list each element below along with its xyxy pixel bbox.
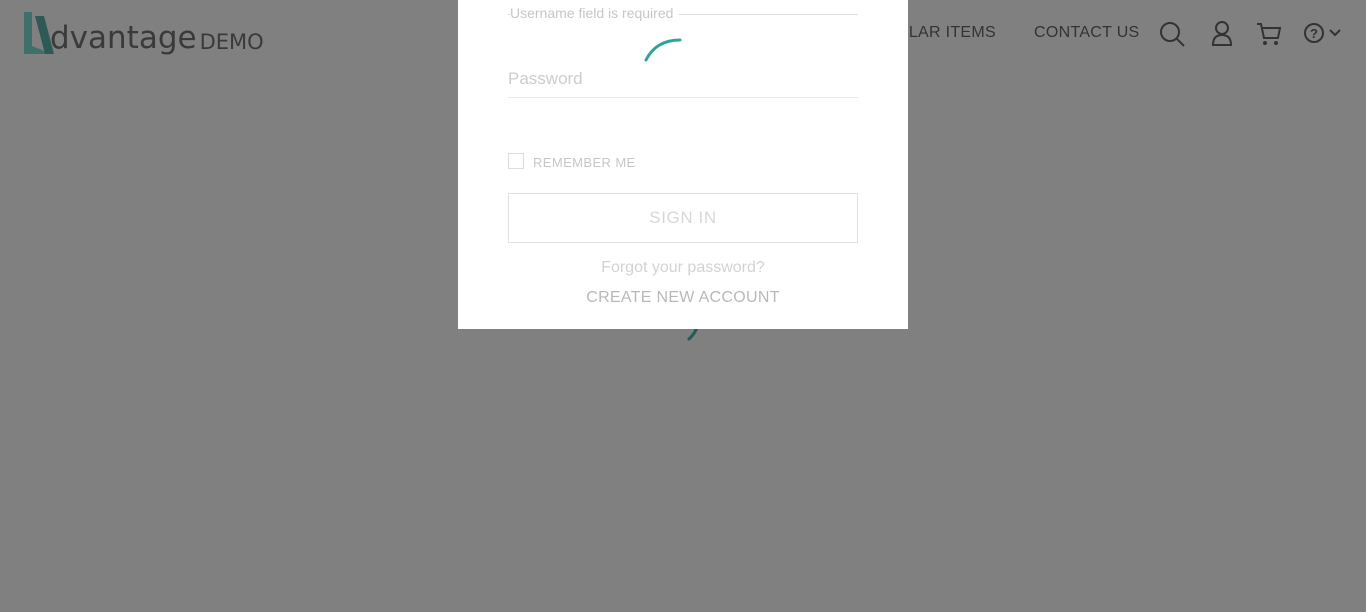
remember-me-label: REMEMBER ME [533,155,636,170]
user-icon[interactable] [1209,20,1237,48]
username-error: Username field is required [510,5,680,21]
password-field-label[interactable]: Password [508,69,583,89]
nav-contact-us[interactable]: CONTACT US [1034,24,1140,42]
password-field[interactable] [508,97,858,98]
logo-word: dvantage [50,20,197,56]
sign-in-button[interactable]: SIGN IN [508,193,858,243]
search-icon[interactable] [1158,20,1186,48]
svg-text:?: ? [1310,26,1318,41]
forgot-password-link[interactable]: Forgot your password? [508,259,858,277]
remember-me-checkbox[interactable] [508,153,524,169]
help-icon: ? [1304,23,1341,43]
create-account-link[interactable]: CREATE NEW ACCOUNT [508,289,858,307]
cart-icon[interactable] [1255,20,1283,48]
help-menu[interactable]: ? [1302,20,1346,48]
logo-demo: DEMO [199,30,264,54]
logo[interactable]: dvantage DEMO [22,10,264,56]
loading-spinner-icon [644,38,682,62]
